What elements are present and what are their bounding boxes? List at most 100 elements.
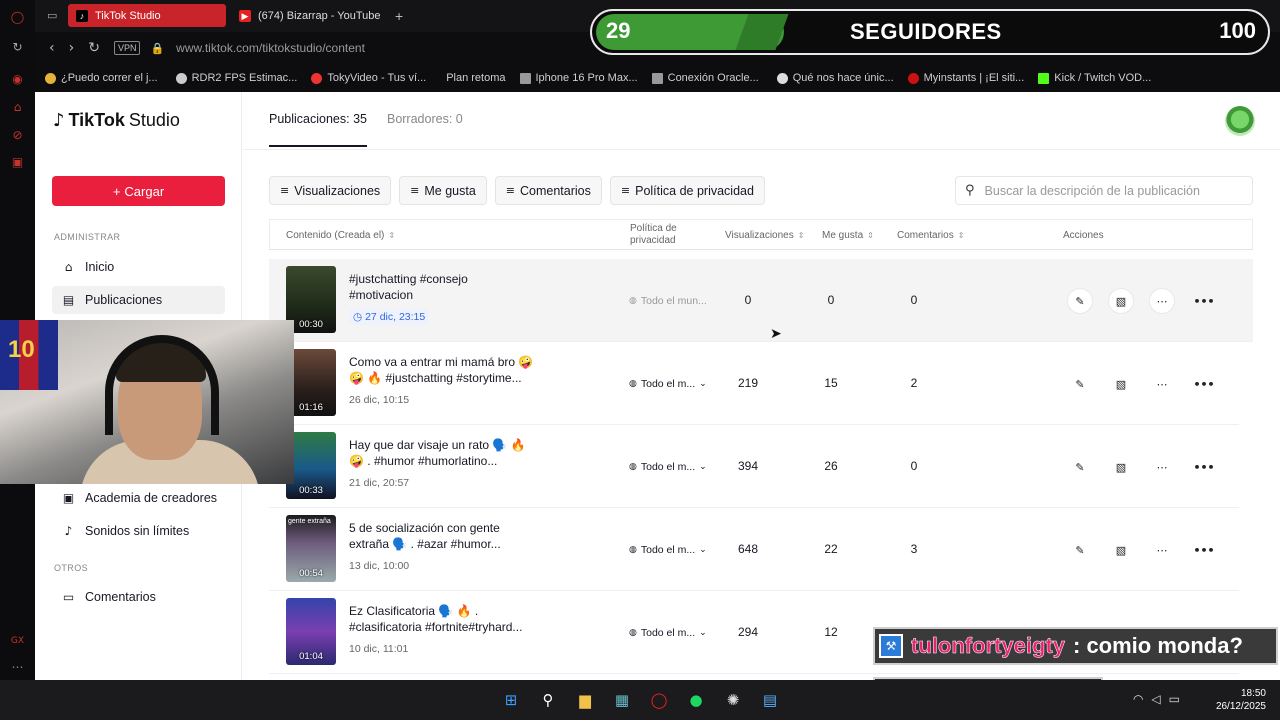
tab-youtube[interactable]: ▶ (674) Bizarrap - YouTube xyxy=(231,4,389,27)
spotify-icon[interactable]: ● xyxy=(685,689,707,711)
section-title-others: OTROS xyxy=(54,563,89,573)
privacy-select[interactable]: ◍ Todo el m... ⌄ xyxy=(629,624,707,642)
chat-username: tulonfortyeigty xyxy=(911,633,1066,659)
analytics-icon[interactable]: ▧ xyxy=(1108,371,1134,397)
more-icon[interactable]: ⋯ xyxy=(10,660,25,675)
table-row[interactable]: 00:30 #justchatting #consejo #motivacion … xyxy=(269,259,1253,342)
filter-privacy-button[interactable]: ≡ Política de privacidad xyxy=(609,176,765,205)
forward-icon[interactable]: › xyxy=(69,40,75,56)
windows-start-icon[interactable]: ⊞ xyxy=(500,689,522,711)
search-icon[interactable]: ⚲ xyxy=(537,689,559,711)
bookmark[interactable]: RDR2 FPS Estimac... xyxy=(175,72,297,84)
file-explorer-icon[interactable]: ▆ xyxy=(574,689,596,711)
filter-comments-button[interactable]: ≡ Comentarios xyxy=(494,176,602,205)
sort-icon: ⇕ xyxy=(957,230,965,240)
opera-logo-icon[interactable]: ◯ xyxy=(10,10,25,25)
no-ads-icon[interactable]: ⊘ xyxy=(10,128,25,143)
comments-count: 2 xyxy=(910,376,918,390)
panel-icon[interactable]: ▣ xyxy=(10,155,25,170)
sidebar-item-sounds[interactable]: ♪ Sonidos sin límites xyxy=(52,517,225,545)
video-thumbnail[interactable]: gente extraña 00:54 xyxy=(286,515,336,582)
search-input[interactable] xyxy=(984,183,1235,198)
filter-views-button[interactable]: ≡ Visualizaciones xyxy=(269,176,392,205)
taskbar-clock[interactable]: 18:50 26/12/2025 xyxy=(1216,687,1266,713)
tab-drafts[interactable]: Borradores: 0 xyxy=(387,112,463,147)
aria-icon[interactable]: ◉ xyxy=(10,72,25,87)
video-thumbnail[interactable]: 01:04 xyxy=(286,598,336,665)
workspaces-icon[interactable]: ▭ xyxy=(47,9,57,22)
globe-icon: ◍ xyxy=(629,296,637,306)
table-row[interactable]: gente extraña 00:54 5 de socialización c… xyxy=(269,508,1239,591)
url-field[interactable]: www.tiktok.com/tiktokstudio/content xyxy=(176,41,365,55)
bookmark[interactable]: Iphone 16 Pro Max... xyxy=(519,72,638,84)
post-description[interactable]: Como va a entrar mi mamá bro 🤪 🤪 🔥 #justc… xyxy=(349,355,559,386)
chat-badge-icon: ⚒ xyxy=(879,634,903,658)
comments-icon[interactable]: ⋯ xyxy=(1149,371,1175,397)
more-options-icon[interactable]: ••• xyxy=(1191,537,1217,563)
wifi-icon[interactable]: ◠ xyxy=(1133,692,1143,706)
post-description[interactable]: #justchatting #consejo #motivacion xyxy=(349,272,559,303)
edit-icon[interactable]: ✎ xyxy=(1067,371,1093,397)
more-options-icon[interactable]: ••• xyxy=(1191,288,1217,314)
store-icon[interactable]: ▦ xyxy=(611,689,633,711)
sidebar-item-creator-academy[interactable]: ▣ Academia de creadores xyxy=(52,484,225,512)
more-options-icon[interactable]: ••• xyxy=(1191,371,1217,397)
edit-icon[interactable]: ✎ xyxy=(1067,454,1093,480)
opera-gx-icon[interactable]: ◯ xyxy=(648,689,670,711)
reload-icon[interactable]: ↻ xyxy=(88,40,100,56)
battery-icon[interactable]: ▭ xyxy=(1169,692,1180,706)
headset xyxy=(105,335,219,435)
bookmark[interactable]: TokyVideo - Tus ví... xyxy=(311,72,426,84)
bookmark[interactable]: Qué nos hace únic... xyxy=(776,72,894,84)
post-description[interactable]: 5 de socialización con gente extraña 🗣️ .… xyxy=(349,521,559,552)
notepad-icon[interactable]: ▤ xyxy=(759,689,781,711)
edit-icon[interactable]: ✎ xyxy=(1067,537,1093,563)
globe-icon: ◍ xyxy=(629,628,637,638)
upload-button[interactable]: + Cargar xyxy=(52,176,225,206)
table-row[interactable]: 01:16 Como va a entrar mi mamá bro 🤪 🤪 🔥 … xyxy=(269,342,1239,425)
tab-tiktok-studio[interactable]: ♪ TikTok Studio xyxy=(68,4,226,27)
edit-icon[interactable]: ✎ xyxy=(1067,288,1093,314)
reload-panel-icon[interactable]: ↻ xyxy=(10,40,25,55)
bookmark[interactable]: Conexión Oracle... xyxy=(651,72,759,84)
privacy-select[interactable]: ◍ Todo el m... ⌄ xyxy=(629,541,707,559)
table-row[interactable]: 00:33 Hay que dar visaje un rato 🗣️ 🔥 🤪 .… xyxy=(269,425,1239,508)
new-tab-button[interactable]: + xyxy=(387,4,411,27)
more-options-icon[interactable]: ••• xyxy=(1191,454,1217,480)
chevron-down-icon: ⌄ xyxy=(699,545,707,555)
avatar[interactable] xyxy=(1225,106,1255,136)
post-description[interactable]: Ez Clasificatoria 🗣️ 🔥 . #clasificatoria … xyxy=(349,604,559,635)
chevron-down-icon: ⌄ xyxy=(699,379,707,389)
col-content[interactable]: Contenido (Creada el) ⇕ xyxy=(286,220,395,250)
privacy-select[interactable]: ◍ Todo el m... ⌄ xyxy=(629,375,707,393)
sidebar-item-comments[interactable]: ▭ Comentarios xyxy=(52,583,225,611)
bookmark-favicon-icon xyxy=(175,72,187,84)
analytics-icon[interactable]: ▧ xyxy=(1108,288,1134,314)
bookmark[interactable]: Kick / Twitch VOD... xyxy=(1038,72,1151,84)
bookmark[interactable]: Myinstants | ¡El siti... xyxy=(907,72,1024,84)
chatgpt-icon[interactable]: ✺ xyxy=(722,689,744,711)
kick-favicon-icon xyxy=(1038,72,1050,84)
volume-icon[interactable]: ◁ xyxy=(1151,692,1160,706)
bookmark[interactable]: Plan retoma xyxy=(446,72,505,84)
back-icon[interactable]: ‹ xyxy=(49,40,55,56)
analytics-icon[interactable]: ▧ xyxy=(1108,537,1134,563)
comments-icon[interactable]: ⋯ xyxy=(1149,454,1175,480)
post-description[interactable]: Hay que dar visaje un rato 🗣️ 🔥 🤪 . #humo… xyxy=(349,438,559,469)
privacy-select[interactable]: ◍ Todo el m... ⌄ xyxy=(629,458,707,476)
gx-icon[interactable]: GX xyxy=(10,634,25,649)
sidebar-item-home[interactable]: ⌂ Inicio xyxy=(52,253,225,281)
tab-published[interactable]: Publicaciones: 35 xyxy=(269,112,367,147)
col-views[interactable]: Visualizaciones ⇕ xyxy=(725,220,804,250)
vpn-badge[interactable]: VPN xyxy=(113,41,141,55)
analytics-icon[interactable]: ▧ xyxy=(1108,454,1134,480)
bookmark[interactable]: ¿Puedo correr el j... xyxy=(45,72,158,84)
filter-likes-button[interactable]: ≡ Me gusta xyxy=(399,176,487,205)
sidebar-item-posts[interactable]: ▤ Publicaciones xyxy=(52,286,225,314)
comments-icon[interactable]: ⋯ xyxy=(1149,288,1175,314)
comments-icon[interactable]: ⋯ xyxy=(1149,537,1175,563)
col-comments[interactable]: Comentarios ⇕ xyxy=(897,220,964,250)
col-likes[interactable]: Me gusta ⇕ xyxy=(822,220,874,250)
studio-logo[interactable]: ♪ TikTok Studio xyxy=(53,110,180,131)
bag-icon[interactable]: ⌂ xyxy=(10,100,25,115)
